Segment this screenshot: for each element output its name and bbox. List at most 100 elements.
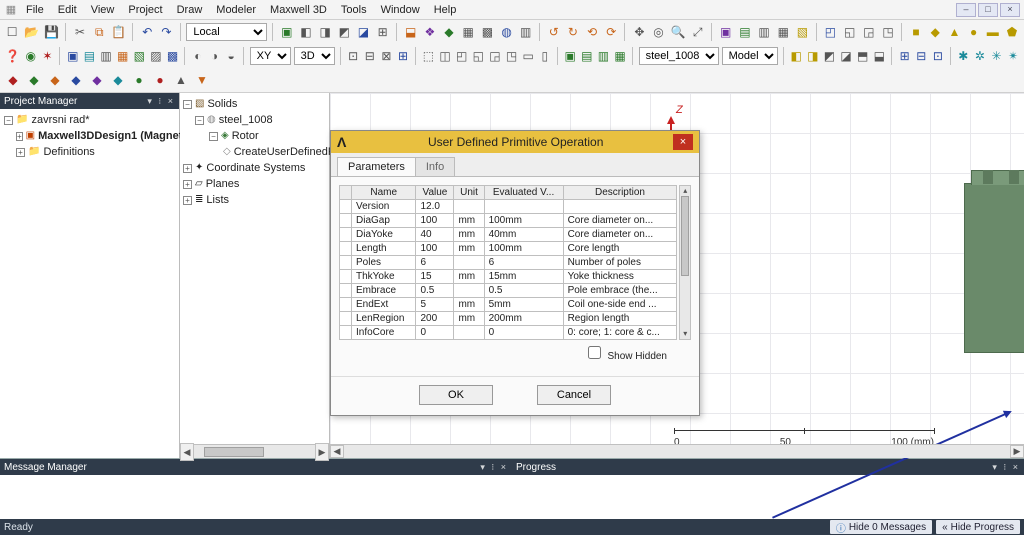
- table-row[interactable]: ThkYoke15mm15mmYoke thickness: [340, 270, 677, 284]
- tb2-d3[interactable]: ◰: [455, 47, 469, 65]
- rotate-y-icon[interactable]: ↻: [565, 23, 581, 41]
- tb-icon-b3[interactable]: ▥: [756, 23, 772, 41]
- menu-draw[interactable]: Draw: [171, 2, 209, 18]
- pane-buttons[interactable]: ▾ ⁝ ×: [147, 96, 175, 107]
- hide-messages-button[interactable]: ⓘ Hide 0 Messages: [830, 520, 932, 534]
- close-window-button[interactable]: ×: [1000, 3, 1020, 17]
- tb-icon-d4[interactable]: ●: [965, 23, 981, 41]
- tb2-h3[interactable]: ✳: [990, 47, 1004, 65]
- tb2-d2[interactable]: ◫: [438, 47, 452, 65]
- cell-unit[interactable]: mm: [454, 214, 484, 228]
- tb-icon-d6[interactable]: ⬟: [1004, 23, 1020, 41]
- tb-icon-a3[interactable]: ◨: [317, 23, 333, 41]
- expand-icon[interactable]: +: [16, 148, 25, 157]
- mt-lists[interactable]: + ≣ Lists: [183, 192, 326, 208]
- tb3-a8[interactable]: ●: [151, 71, 169, 89]
- cancel-button[interactable]: Cancel: [537, 385, 611, 405]
- table-row[interactable]: LenRegion200mm200mmRegion length: [340, 312, 677, 326]
- col-name[interactable]: Name: [352, 186, 416, 200]
- cell-unit[interactable]: mm: [454, 228, 484, 242]
- cell-unit[interactable]: mm: [454, 298, 484, 312]
- expand-icon[interactable]: +: [183, 196, 192, 205]
- tb2-h4[interactable]: ✴: [1006, 47, 1020, 65]
- fit-icon[interactable]: ⤢: [690, 23, 706, 41]
- tb-icon-a5[interactable]: ◪: [355, 23, 371, 41]
- tree-definitions[interactable]: + 📁 Definitions: [4, 144, 175, 160]
- tb-icon-b5[interactable]: ▧: [794, 23, 810, 41]
- tb2-b1[interactable]: ◐: [191, 47, 205, 65]
- scroll-thumb[interactable]: [681, 196, 689, 276]
- scroll-right-icon[interactable]: ▶: [315, 443, 329, 461]
- tb2-e1[interactable]: ▣: [563, 47, 577, 65]
- tb-icon-a12[interactable]: ◍: [498, 23, 514, 41]
- tb2-d5[interactable]: ◲: [488, 47, 502, 65]
- tb2-a8[interactable]: ▧: [132, 47, 146, 65]
- mode3d-select[interactable]: 3D: [294, 47, 335, 65]
- open-icon[interactable]: 📂: [23, 23, 40, 41]
- tb2-a1[interactable]: ❓: [4, 47, 21, 65]
- mt-operation[interactable]: ◇ CreateUserDefinedPa: [183, 144, 326, 160]
- redo-icon[interactable]: ↷: [158, 23, 174, 41]
- tb2-h2[interactable]: ✲: [973, 47, 987, 65]
- tb-icon-a1[interactable]: ▣: [279, 23, 295, 41]
- cell-unit[interactable]: [454, 284, 484, 298]
- tb-icon-a13[interactable]: ▥: [518, 23, 534, 41]
- rotor-core-3d[interactable]: [964, 183, 1024, 353]
- menu-view[interactable]: View: [85, 2, 121, 18]
- mt-planes[interactable]: + ▱ Planes: [183, 176, 326, 192]
- modeltree-hscroll[interactable]: ◀ ▶: [180, 444, 329, 458]
- cell-value[interactable]: 40: [416, 228, 454, 242]
- tb3-a10[interactable]: ▼: [193, 71, 211, 89]
- tab-info[interactable]: Info: [415, 157, 455, 176]
- tb2-d1[interactable]: ⬚: [422, 47, 436, 65]
- tb2-f4[interactable]: ◪: [839, 47, 853, 65]
- mt-solids[interactable]: − ▧ Solids: [183, 96, 326, 112]
- expand-icon[interactable]: +: [183, 164, 192, 173]
- scroll-right-icon[interactable]: ▶: [1010, 445, 1024, 458]
- tb-icon-b4[interactable]: ▦: [775, 23, 791, 41]
- rotate-x-icon[interactable]: ↺: [546, 23, 562, 41]
- expand-icon[interactable]: +: [16, 132, 23, 141]
- mt-rotor[interactable]: − ◈ Rotor: [183, 128, 326, 144]
- tb-icon-c4[interactable]: ◳: [880, 23, 896, 41]
- col-value[interactable]: Value: [416, 186, 454, 200]
- menu-window[interactable]: Window: [375, 2, 426, 18]
- cell-name[interactable]: EndExt: [352, 298, 416, 312]
- cell-value[interactable]: 5: [416, 298, 454, 312]
- cell-name[interactable]: DiaGap: [352, 214, 416, 228]
- tb2-e2[interactable]: ▤: [580, 47, 594, 65]
- pane-buttons[interactable]: ▾ ⁝ ×: [992, 462, 1020, 473]
- tb-icon-c2[interactable]: ◱: [842, 23, 858, 41]
- tb-icon-b1[interactable]: ▣: [718, 23, 734, 41]
- tb2-f1[interactable]: ◧: [789, 47, 803, 65]
- cell-value[interactable]: 0: [416, 326, 454, 340]
- tb3-a4[interactable]: ◆: [67, 71, 85, 89]
- table-row[interactable]: Length100mm100mmCore length: [340, 242, 677, 256]
- viewport-hscroll[interactable]: ◀ ▶: [330, 444, 1024, 458]
- tb-icon-a2[interactable]: ◧: [298, 23, 314, 41]
- table-row[interactable]: InfoCore000: core; 1: core & c...: [340, 326, 677, 340]
- orbit-icon[interactable]: ◎: [650, 23, 666, 41]
- menu-maxwell3d[interactable]: Maxwell 3D: [264, 2, 333, 18]
- cell-name[interactable]: Length: [352, 242, 416, 256]
- cell-value[interactable]: 200: [416, 312, 454, 326]
- undo-icon[interactable]: ↶: [139, 23, 155, 41]
- hide-progress-button[interactable]: « Hide Progress: [936, 520, 1020, 534]
- tb-icon-d5[interactable]: ▬: [985, 23, 1001, 41]
- tb2-a2[interactable]: ◉: [24, 47, 38, 65]
- cell-name[interactable]: Version: [352, 200, 416, 214]
- maximize-button[interactable]: □: [978, 3, 998, 17]
- tb3-a5[interactable]: ◆: [88, 71, 106, 89]
- cell-value[interactable]: 15: [416, 270, 454, 284]
- menu-help[interactable]: Help: [428, 2, 463, 18]
- scroll-left-icon[interactable]: ◀: [330, 445, 344, 458]
- tree-root[interactable]: − 📁 zavrsni rad*: [4, 112, 175, 128]
- scroll-down-icon[interactable]: ▾: [680, 329, 690, 339]
- tb2-c1[interactable]: ⊡: [346, 47, 360, 65]
- tb-icon-a7[interactable]: ⬓: [403, 23, 419, 41]
- tb-icon-c1[interactable]: ◰: [822, 23, 838, 41]
- tb-icon-a8[interactable]: ❖: [422, 23, 438, 41]
- tree-design[interactable]: + ▣ Maxwell3DDesign1 (Magnetostatic)*: [4, 128, 175, 144]
- tb-icon-d2[interactable]: ◆: [927, 23, 943, 41]
- pane-buttons[interactable]: ▾ ⁝ ×: [480, 462, 508, 473]
